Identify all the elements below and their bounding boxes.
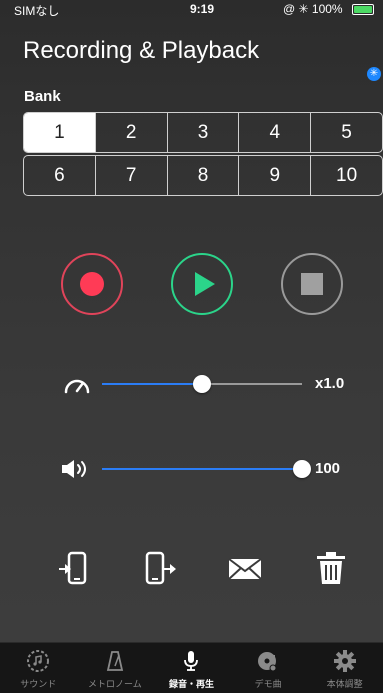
tab-label: デモ曲 xyxy=(254,679,282,689)
volume-value: 100 xyxy=(315,460,341,477)
volume-slider-row: 100 xyxy=(60,457,380,481)
bank-selector-row-2: 6 7 8 9 10 xyxy=(23,155,383,196)
bank-button-7[interactable]: 7 xyxy=(96,156,168,195)
bank-button-6[interactable]: 6 xyxy=(24,156,96,195)
speed-value: x1.0 xyxy=(315,375,345,392)
speed-slider-fill xyxy=(102,383,202,385)
tab-label: メトロノーム xyxy=(88,679,142,689)
speedometer-icon xyxy=(64,379,90,394)
stop-button[interactable] xyxy=(281,253,343,315)
sound-icon xyxy=(27,650,50,672)
tab-recording-playback[interactable]: 録音・再生 xyxy=(153,643,230,693)
bank-button-3[interactable]: 3 xyxy=(168,113,240,152)
bank-button-4[interactable]: 4 xyxy=(239,113,312,152)
speed-slider-thumb[interactable] xyxy=(193,375,211,393)
speed-slider[interactable] xyxy=(102,375,302,393)
bank-button-5[interactable]: 5 xyxy=(311,113,382,152)
bank-button-1[interactable]: 1 xyxy=(24,113,96,152)
gear-icon xyxy=(333,650,356,672)
status-bar: SIMなし 9:19 @ ✳ 100% xyxy=(0,0,383,18)
tab-metronome[interactable]: メトロノーム xyxy=(77,643,154,693)
battery-icon xyxy=(352,4,374,15)
page-title: Recording & Playback xyxy=(23,37,260,64)
battery-fill xyxy=(354,6,372,13)
bank-button-8[interactable]: 8 xyxy=(168,156,240,195)
export-phone-icon[interactable] xyxy=(144,550,178,586)
mail-icon[interactable] xyxy=(228,550,262,586)
tab-sound[interactable]: サウンド xyxy=(0,643,77,693)
tab-demo-songs[interactable]: デモ曲 xyxy=(230,643,307,693)
speed-slider-row: x1.0 xyxy=(60,372,380,396)
bank-button-2[interactable]: 2 xyxy=(96,113,168,152)
play-icon xyxy=(194,272,215,296)
play-button[interactable] xyxy=(171,253,233,315)
tab-label: 録音・再生 xyxy=(168,679,214,689)
volume-slider-fill xyxy=(102,468,302,470)
import-phone-icon[interactable] xyxy=(57,550,91,586)
bank-button-10[interactable]: 10 xyxy=(311,156,382,195)
record-button[interactable] xyxy=(61,253,123,315)
tab-label: 本体調整 xyxy=(326,679,363,689)
record-icon xyxy=(80,272,104,296)
volume-slider-thumb[interactable] xyxy=(293,460,311,478)
bluetooth-icon[interactable]: ✳ xyxy=(367,67,381,81)
demo-song-icon xyxy=(258,652,277,672)
tab-settings[interactable]: 本体調整 xyxy=(306,643,383,693)
bank-button-9[interactable]: 9 xyxy=(239,156,312,195)
trash-icon[interactable] xyxy=(314,550,348,586)
tab-label: サウンド xyxy=(20,679,57,689)
bank-label: Bank xyxy=(24,88,61,105)
speaker-icon xyxy=(62,460,86,478)
metronome-icon xyxy=(106,651,124,671)
carrier-label: SIMなし xyxy=(14,4,60,18)
clock: 9:19 xyxy=(190,2,215,16)
app-screen: SIMなし 9:19 @ ✳ 100% Recording & Playback… xyxy=(0,0,383,693)
stop-icon xyxy=(301,273,323,295)
bank-selector-row-1: 1 2 3 4 5 xyxy=(23,112,383,153)
volume-slider[interactable] xyxy=(102,460,311,478)
tab-bar: サウンド メトロノーム 録音・再生 デモ曲 本体調整 xyxy=(0,642,383,693)
microphone-icon xyxy=(184,651,199,671)
status-indicators: @ ✳ 100% xyxy=(283,2,343,16)
